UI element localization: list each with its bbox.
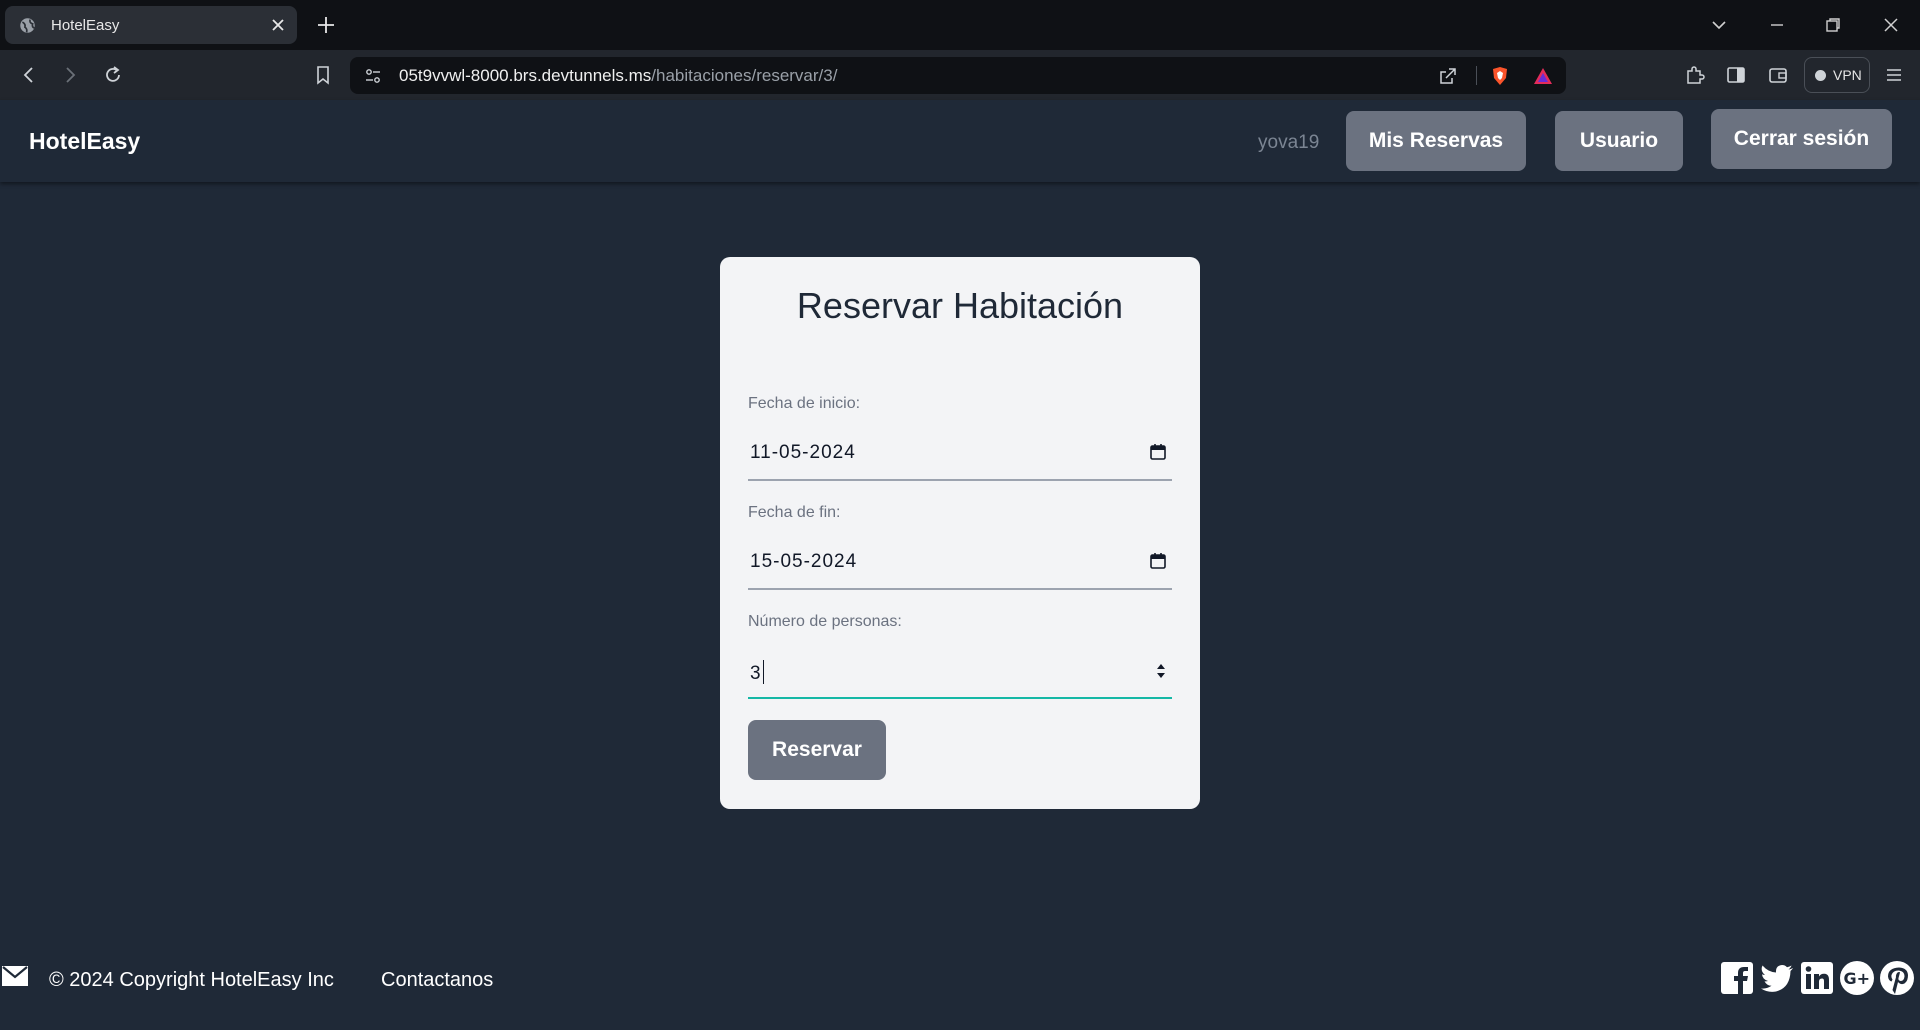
tab-title: HotelEasy: [51, 17, 120, 34]
persons-input[interactable]: 3: [748, 647, 1172, 699]
url-text: 05t9vvwl-8000.brs.devtunnels.ms/habitaci…: [399, 66, 837, 86]
end-date-value: 15-05-2024: [750, 551, 858, 572]
start-date-label: Fecha de inicio:: [748, 395, 861, 412]
svg-text:G+: G+: [1844, 969, 1871, 988]
username-label: yova19: [1258, 132, 1320, 153]
logout-button[interactable]: Cerrar sesión: [1711, 109, 1892, 169]
tab-search-chevron-icon[interactable]: [1706, 12, 1732, 38]
persons-value: 3: [750, 663, 762, 684]
end-date-input[interactable]: 15-05-2024: [748, 538, 1172, 590]
persons-value-wrapper: 3: [750, 660, 764, 685]
minimize-icon[interactable]: [1764, 12, 1790, 38]
contact-link[interactable]: Contactanos: [381, 969, 493, 992]
close-window-icon[interactable]: [1878, 12, 1904, 38]
pinterest-icon[interactable]: [1879, 960, 1915, 996]
number-spinner-icon[interactable]: [1154, 660, 1168, 682]
reload-icon[interactable]: [100, 62, 126, 88]
text-caret: [762, 660, 764, 684]
brand-logo[interactable]: HotelEasy: [29, 128, 140, 155]
wallet-icon[interactable]: [1765, 62, 1791, 88]
extensions-icon[interactable]: [1682, 62, 1708, 88]
new-tab-icon[interactable]: [314, 13, 338, 37]
linkedin-icon[interactable]: [1799, 960, 1835, 996]
copyright-text: © 2024 Copyright HotelEasy Inc: [49, 969, 334, 991]
url-path: /habitaciones/reservar/3/: [651, 66, 838, 85]
menu-icon[interactable]: [1881, 62, 1907, 88]
calendar-icon[interactable]: [1148, 442, 1168, 462]
back-icon[interactable]: [16, 62, 42, 88]
vpn-label: VPN: [1833, 67, 1862, 83]
browser-tab[interactable]: HotelEasy: [5, 6, 297, 44]
close-tab-icon[interactable]: [269, 16, 287, 34]
site-footer: © 2024 Copyright HotelEasy Inc Contactan…: [0, 950, 1920, 1010]
site-header: HotelEasy yova19 Mis Reservas Usuario Ce…: [0, 100, 1920, 182]
mis-reservas-button[interactable]: Mis Reservas: [1346, 111, 1526, 171]
site-settings-icon[interactable]: [364, 67, 382, 85]
url-host: 05t9vvwl-8000.brs.devtunnels.ms: [399, 66, 652, 85]
page-title: Reservar Habitación: [796, 285, 1124, 326]
brave-shields-icon[interactable]: [1490, 66, 1510, 86]
globe-icon: [20, 18, 35, 33]
vpn-button[interactable]: VPN: [1804, 57, 1870, 93]
reservation-card: Reservar Habitación Fecha de inicio: 11-…: [720, 257, 1200, 809]
end-date-label: Fecha de fin:: [748, 504, 841, 521]
facebook-icon[interactable]: [1719, 960, 1755, 996]
browser-toolbar: 05t9vvwl-8000.brs.devtunnels.ms/habitaci…: [0, 50, 1920, 100]
twitter-icon[interactable]: [1759, 960, 1795, 996]
start-date-value: 11-05-2024: [750, 442, 856, 463]
sidebar-icon[interactable]: [1723, 62, 1749, 88]
usuario-button[interactable]: Usuario: [1555, 111, 1683, 171]
start-date-input[interactable]: 11-05-2024: [748, 429, 1172, 481]
share-icon[interactable]: [1438, 66, 1458, 86]
calendar-icon[interactable]: [1148, 551, 1168, 571]
google-plus-icon[interactable]: G+: [1839, 960, 1875, 996]
forward-icon[interactable]: [57, 62, 83, 88]
bookmark-icon[interactable]: [310, 62, 336, 88]
vpn-status-icon: [1815, 70, 1826, 81]
persons-label: Número de personas:: [748, 613, 902, 630]
brave-rewards-icon[interactable]: [1533, 66, 1553, 86]
mail-icon[interactable]: [2, 966, 28, 986]
toolbar-divider: [1476, 66, 1477, 85]
browser-tabbar: HotelEasy: [0, 0, 1920, 50]
restore-icon[interactable]: [1820, 12, 1846, 38]
address-bar[interactable]: 05t9vvwl-8000.brs.devtunnels.ms/habitaci…: [350, 57, 1566, 94]
reservar-button[interactable]: Reservar: [748, 720, 886, 780]
